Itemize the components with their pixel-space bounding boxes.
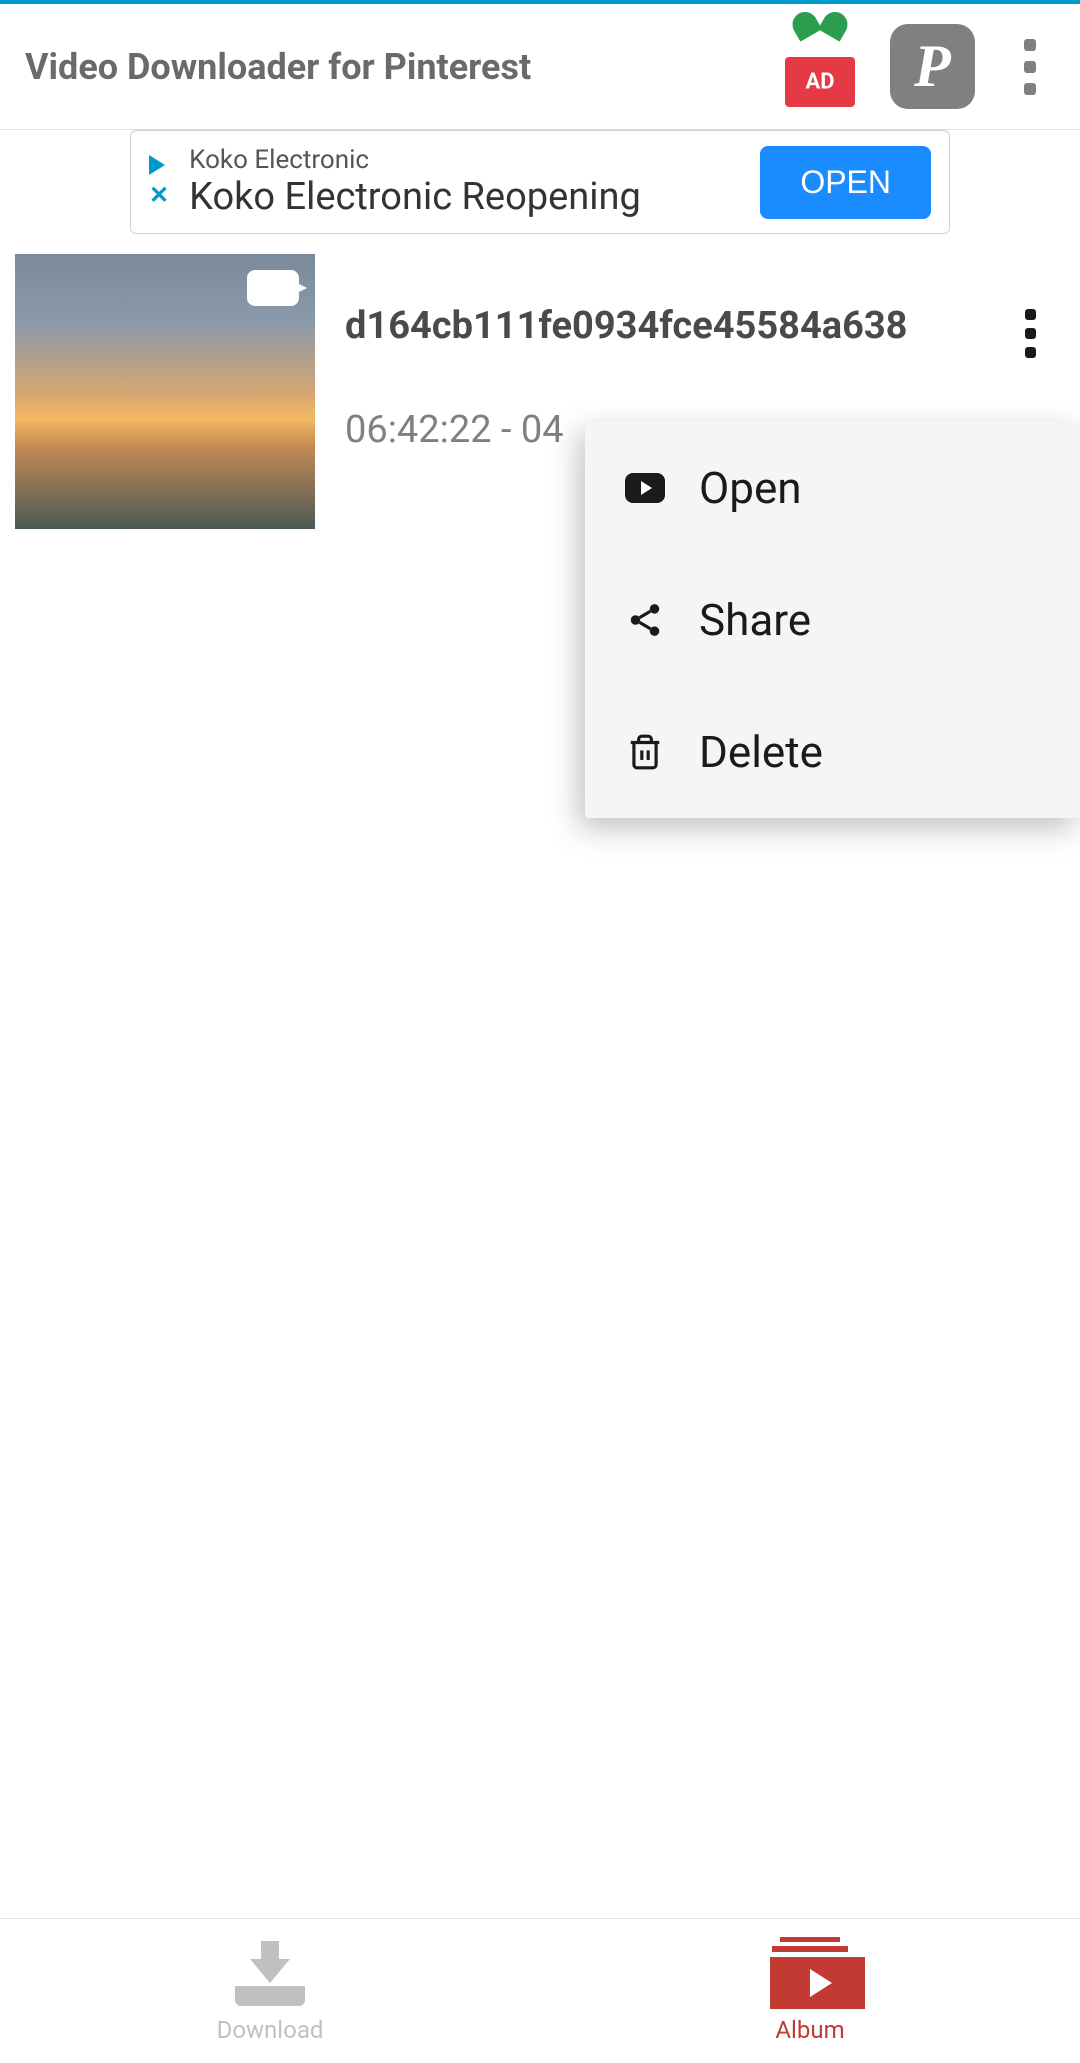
nav-album[interactable]: Album (540, 1919, 1080, 2063)
ad-open-button[interactable]: OPEN (760, 146, 931, 219)
menu-share-label: Share (699, 594, 811, 646)
bottom-navigation: Download Album (0, 1918, 1080, 2063)
menu-item-share[interactable]: Share (585, 554, 1080, 686)
ad-marker-icon: ✕ (149, 155, 169, 209)
video-thumbnail (15, 254, 315, 529)
ad-subtitle: Koko Electronic (189, 145, 740, 175)
pinterest-logo: P (914, 32, 951, 101)
ad-banner[interactable]: ✕ Koko Electronic Koko Electronic Reopen… (130, 130, 950, 234)
video-badge-icon (247, 270, 299, 306)
nav-download-label: Download (217, 2016, 324, 2044)
menu-item-delete[interactable]: Delete (585, 686, 1080, 818)
play-icon (625, 468, 665, 508)
header-actions: AD P (780, 24, 1055, 109)
album-icon (770, 1938, 850, 2008)
ad-content: Koko Electronic Koko Electronic Reopenin… (189, 145, 740, 219)
trash-icon (625, 732, 665, 772)
item-more-icon[interactable] (1015, 309, 1045, 358)
app-header: Video Downloader for Pinterest AD P (0, 4, 1080, 130)
nav-album-label: Album (775, 2016, 844, 2044)
video-filename: d164cb111fe0934fce45584a638 (345, 304, 1035, 348)
download-icon (230, 1938, 310, 2008)
more-options-icon[interactable] (1005, 37, 1055, 97)
nav-download[interactable]: Download (0, 1919, 540, 2063)
pinterest-icon[interactable]: P (890, 24, 975, 109)
menu-open-label: Open (699, 462, 802, 514)
share-icon (625, 600, 665, 640)
ad-badge-text: AD (805, 69, 834, 94)
gift-box-icon: AD (785, 57, 855, 107)
menu-delete-label: Delete (699, 726, 823, 778)
app-title: Video Downloader for Pinterest (25, 46, 780, 88)
context-menu: Open Share Delete (585, 422, 1080, 818)
ad-title: Koko Electronic Reopening (189, 175, 740, 219)
menu-item-open[interactable]: Open (585, 422, 1080, 554)
ad-play-icon (149, 155, 169, 175)
gift-bow-icon (793, 12, 848, 42)
ad-close-icon[interactable]: ✕ (149, 181, 169, 209)
ad-gift-icon[interactable]: AD (780, 27, 860, 107)
